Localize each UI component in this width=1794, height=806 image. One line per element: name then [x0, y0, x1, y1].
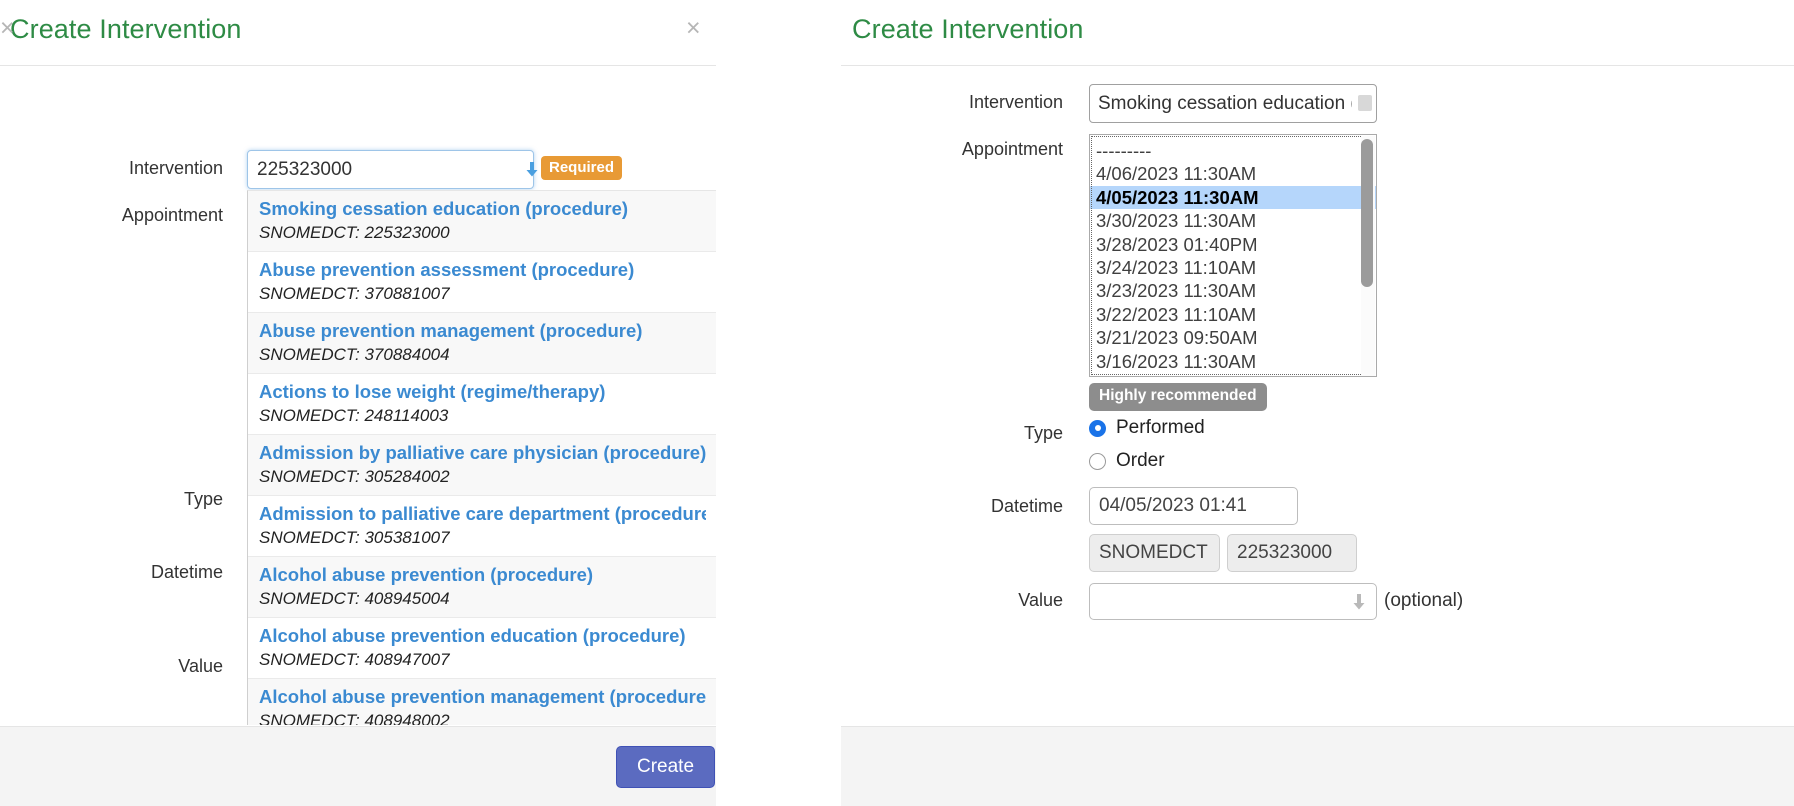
suggestion-name: Abuse prevention assessment (procedure) — [259, 259, 635, 280]
suggestion-code: SNOMEDCT: 408945004 — [259, 589, 450, 608]
appointment-option[interactable]: 3/28/2023 01:40PM — [1090, 233, 1376, 256]
code-system-input[interactable] — [1089, 534, 1220, 572]
required-badge: Required — [541, 156, 623, 181]
suggestion-code: SNOMEDCT: 370881007 — [259, 284, 450, 303]
left-dialog-footer: Create — [0, 726, 716, 806]
suggestion-code: SNOMEDCT: 305381007 — [259, 528, 450, 547]
suggestion-code: SNOMEDCT: 408947007 — [259, 650, 450, 669]
left-intervention-search-wrap — [247, 150, 538, 189]
appointment-option[interactable]: 3/22/2023 11:10AM — [1090, 303, 1376, 326]
list-item[interactable]: Alcohol abuse prevention (procedure) SNO… — [248, 557, 716, 618]
right-value-label: Value — [1018, 590, 1063, 610]
intervention-search-input[interactable] — [247, 150, 534, 189]
screenshot-root: Create Intervention × Intervention Appoi… — [0, 0, 1794, 806]
list-item[interactable]: Smoking cessation education (procedure) … — [248, 191, 716, 252]
left-intervention-label: Intervention — [128, 158, 223, 178]
dropdown-arrow-icon[interactable] — [1358, 95, 1372, 111]
appointment-option[interactable]: 3/30/2023 11:30AM — [1090, 209, 1376, 232]
type-option-performed[interactable]: Performed — [1089, 418, 1205, 438]
left-dialog-header: Create Intervention — [0, 0, 716, 66]
suggestion-code: SNOMEDCT: 408948002 — [259, 711, 450, 725]
right-appointment-label: Appointment — [961, 139, 1063, 159]
appointment-option[interactable]: 3/16/2023 11:30AM — [1090, 350, 1376, 373]
suggestion-code: SNOMEDCT: 225323000 — [259, 223, 450, 242]
left-type-label: Type — [183, 489, 223, 509]
suggestion-name: Actions to lose weight (regime/therapy) — [259, 381, 606, 402]
right-close-icon[interactable]: × — [0, 16, 15, 41]
left-datetime-label: Datetime — [150, 562, 223, 582]
suggestion-code: SNOMEDCT: 305284002 — [259, 467, 450, 486]
suggestion-name: Alcohol abuse prevention education (proc… — [259, 625, 686, 646]
listbox-scrollbar-track[interactable] — [1361, 136, 1375, 376]
radio-checked-icon[interactable] — [1089, 419, 1106, 437]
listbox-scrollbar-thumb[interactable] — [1361, 139, 1373, 287]
suggestion-code: SNOMEDCT: 370884004 — [259, 345, 450, 364]
list-item[interactable]: Actions to lose weight (regime/therapy) … — [248, 374, 716, 435]
left-dialog-title: Create Intervention — [10, 14, 242, 44]
right-dialog-header: Create Intervention — [841, 0, 1794, 66]
suggestion-name: Alcohol abuse prevention management (pro… — [259, 686, 706, 707]
create-button[interactable]: Create — [616, 746, 716, 788]
type-option-label: Performed — [1116, 417, 1205, 438]
type-option-order[interactable]: Order — [1089, 451, 1165, 471]
suggestion-name: Abuse prevention management (procedure) — [259, 320, 643, 341]
right-dialog-footer: Create — [841, 726, 1794, 806]
suggestion-name: Admission to palliative care department … — [259, 503, 706, 524]
appointment-option-selected[interactable]: 4/05/2023 11:30AM — [1090, 185, 1376, 210]
type-option-label: Order — [1116, 450, 1165, 471]
appointment-option[interactable]: 3/23/2023 11:30AM — [1090, 279, 1376, 302]
appointment-option[interactable]: 4/06/2023 11:30AM — [1090, 162, 1376, 185]
code-value-input[interactable] — [1227, 534, 1357, 572]
chevron-down-icon — [1351, 593, 1367, 611]
radio-unchecked-icon[interactable] — [1089, 452, 1106, 470]
intervention-suggestion-list[interactable]: Smoking cessation education (procedure) … — [247, 190, 716, 725]
list-item[interactable]: Admission to palliative care department … — [248, 496, 716, 557]
right-datetime-label: Datetime — [990, 496, 1063, 516]
left-close-icon[interactable]: × — [686, 16, 701, 41]
list-item[interactable]: Abuse prevention assessment (procedure) … — [248, 252, 716, 313]
highly-recommended-tooltip: Highly recommended — [1089, 383, 1267, 411]
list-item[interactable]: Abuse prevention management (procedure) … — [248, 313, 716, 374]
right-dialog-title: Create Intervention — [852, 14, 1084, 44]
right-type-label: Type — [1023, 423, 1063, 443]
value-optional-note: (optional) — [1384, 590, 1464, 611]
appointment-listbox[interactable]: --------- 4/06/2023 11:30AM 4/05/2023 11… — [1089, 134, 1377, 377]
suggestion-name: Admission by palliative care physician (… — [259, 442, 706, 463]
list-item[interactable]: Alcohol abuse prevention management (pro… — [248, 679, 716, 725]
left-create-intervention-dialog: Create Intervention × Intervention Appoi… — [0, 0, 716, 806]
intervention-selected-input[interactable] — [1089, 84, 1377, 123]
suggestion-name: Smoking cessation education (procedure) — [259, 198, 629, 219]
appointment-option[interactable]: --------- — [1090, 139, 1376, 162]
suggestion-code: SNOMEDCT: 248114003 — [259, 406, 449, 425]
suggestion-name: Alcohol abuse prevention (procedure) — [259, 564, 594, 585]
right-intervention-label: Intervention — [968, 92, 1063, 112]
value-select[interactable] — [1089, 583, 1377, 620]
appointment-option[interactable]: 3/21/2023 09:50AM — [1090, 326, 1376, 349]
left-appointment-label: Appointment — [121, 205, 223, 225]
left-value-label: Value — [178, 656, 223, 676]
list-item[interactable]: Alcohol abuse prevention education (proc… — [248, 618, 716, 679]
appointment-option[interactable]: 3/24/2023 11:10AM — [1090, 256, 1376, 279]
list-item[interactable]: Admission by palliative care physician (… — [248, 435, 716, 496]
left-dialog-body: Intervention Appointment Type Datetime V… — [0, 66, 716, 725]
datetime-input[interactable] — [1089, 487, 1298, 525]
